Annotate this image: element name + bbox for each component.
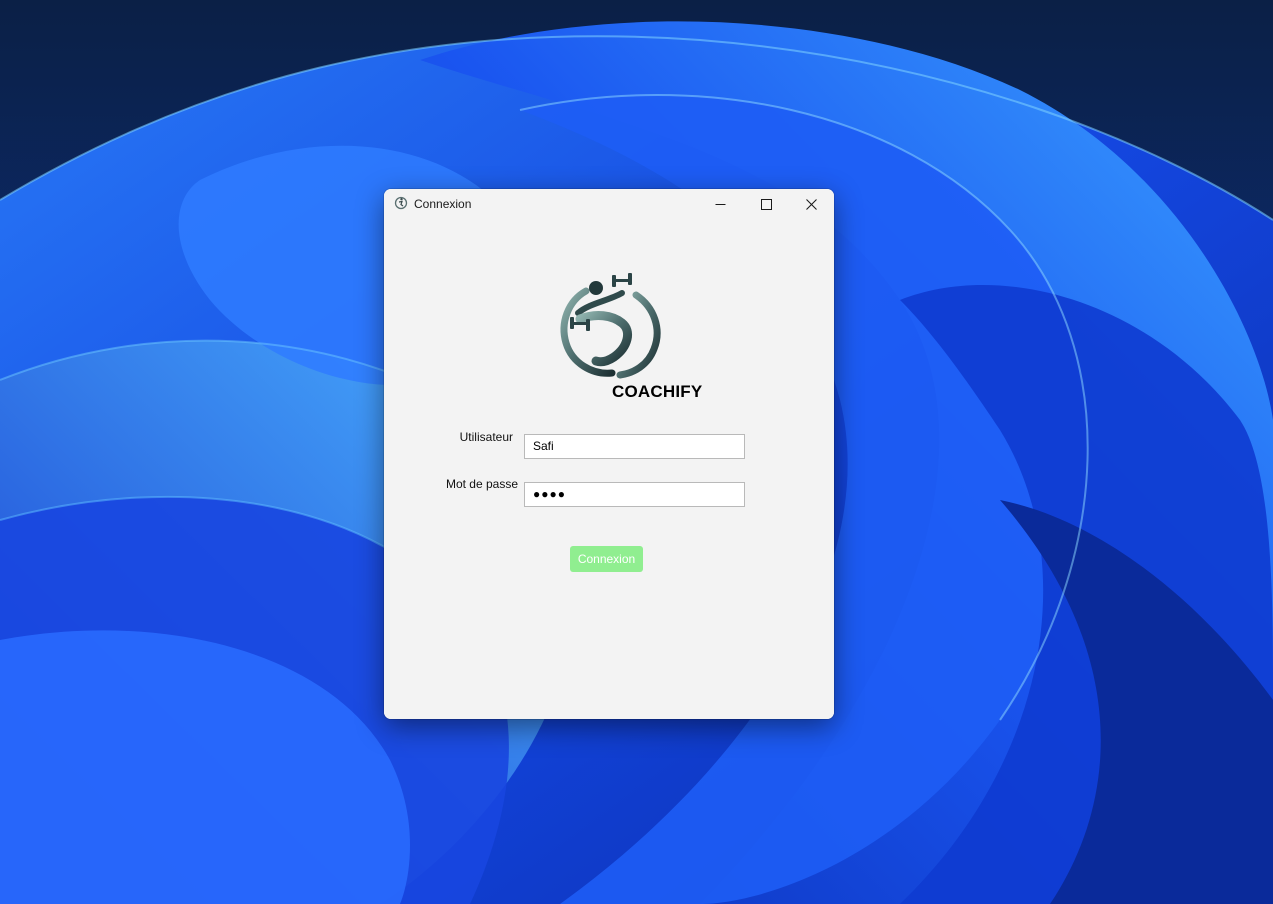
- username-label: Utilisateur: [459, 430, 513, 444]
- login-button[interactable]: Connexion: [570, 546, 643, 572]
- password-input[interactable]: ●●●●: [524, 482, 745, 507]
- password-masked-value: ●●●●: [533, 487, 566, 501]
- maximize-icon: [760, 198, 772, 210]
- password-label: Mot de passe: [445, 477, 518, 491]
- app-logo-icon: [394, 196, 408, 210]
- minimize-button[interactable]: [697, 189, 743, 219]
- window-titlebar[interactable]: Connexion: [384, 189, 834, 219]
- login-form-area: COACHIFY Utilisateur Safi Mot de passe ●…: [384, 219, 834, 719]
- minimize-icon: [715, 203, 725, 205]
- maximize-button[interactable]: [743, 189, 789, 219]
- window-title: Connexion: [414, 197, 472, 211]
- username-input[interactable]: Safi: [524, 434, 745, 459]
- brand-name: COACHIFY: [612, 382, 703, 401]
- fitness-runner-dumbbell-logo-icon: [560, 273, 661, 379]
- close-button[interactable]: [788, 189, 834, 219]
- login-window: Connexion COACHIFY Utilisateur Safi Mot …: [384, 189, 834, 719]
- close-icon: [805, 198, 817, 210]
- desktop: Connexion COACHIFY Utilisateur Safi Mot …: [0, 0, 1273, 904]
